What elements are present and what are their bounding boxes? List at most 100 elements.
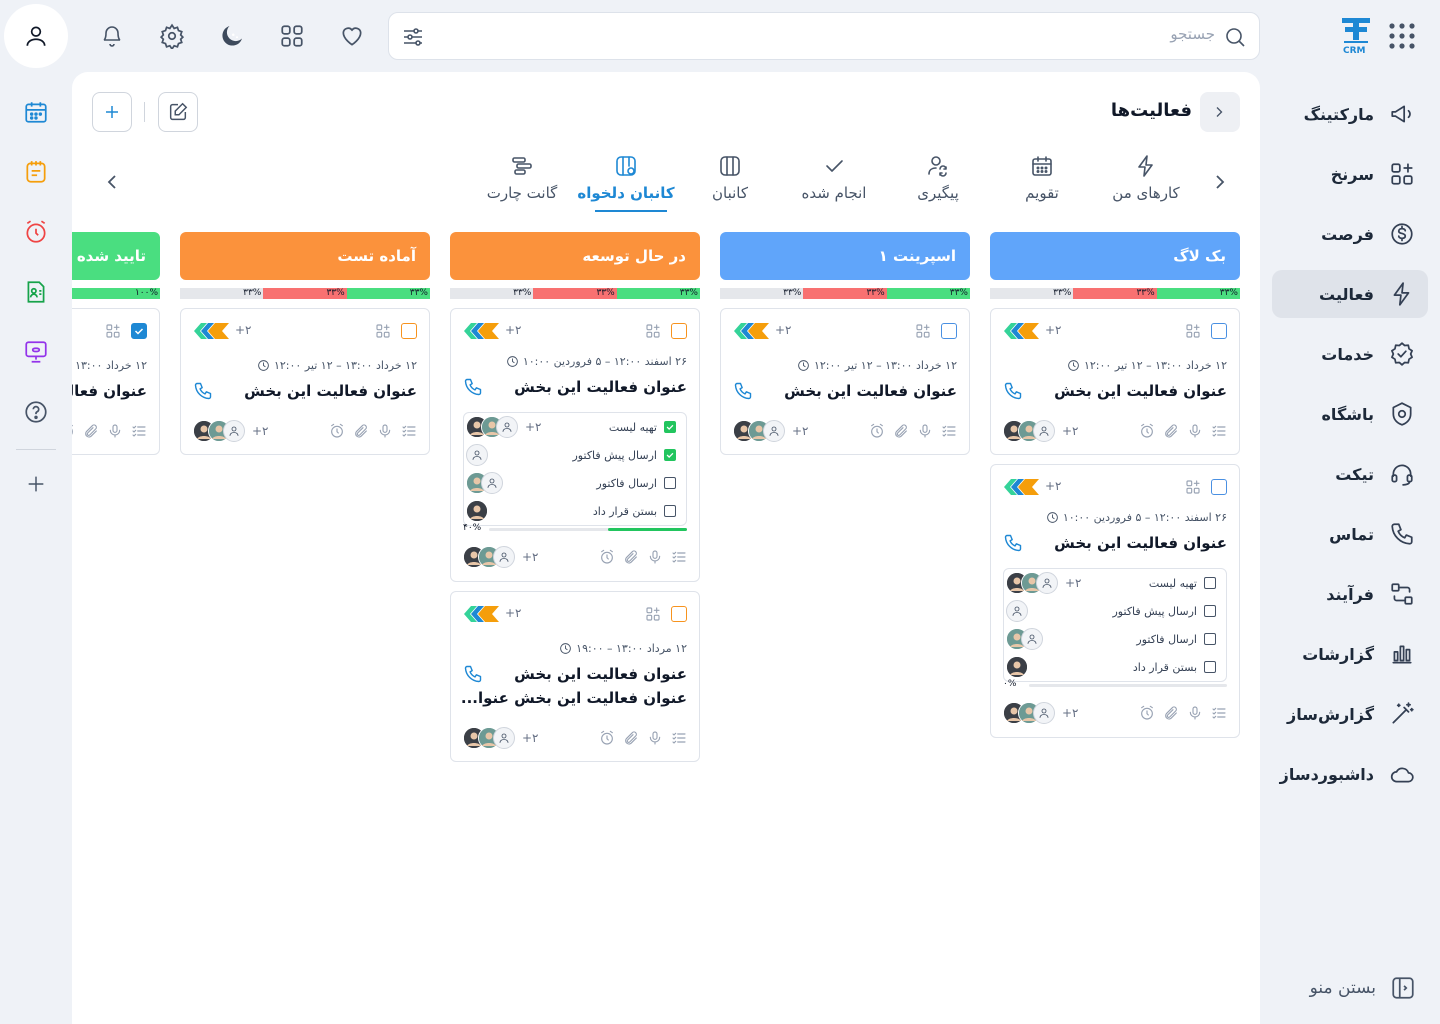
- edit-button[interactable]: [158, 92, 198, 132]
- card-title[interactable]: عنوان فعالیت این بخش: [72, 379, 147, 403]
- checklist-checkbox[interactable]: [1204, 605, 1216, 617]
- checklist-item[interactable]: ارسال فاکتور: [464, 469, 686, 497]
- filter-icon[interactable]: [401, 25, 425, 49]
- apps-icon[interactable]: [272, 16, 312, 56]
- mic-icon[interactable]: [1187, 423, 1203, 439]
- checklist-item[interactable]: بستن قرار داد: [1004, 653, 1226, 681]
- checklist-assignees[interactable]: [466, 472, 503, 494]
- activity-card[interactable]: +۲ ۲۶ اسفند ۱۲:۰۰ – ۵ فروردین ۱۰:۰۰ عنوان …: [450, 308, 700, 582]
- timer-app-icon[interactable]: [16, 212, 56, 252]
- search-input[interactable]: جستجو: [1170, 25, 1215, 43]
- alarm-icon[interactable]: [599, 549, 615, 565]
- settings-icon[interactable]: [152, 16, 192, 56]
- checklist-checkbox[interactable]: [1204, 661, 1216, 673]
- checklist-assignees[interactable]: +۲: [466, 416, 542, 438]
- activity-card[interactable]: +۲۱۲ خرداد ۱۳:۰۰ – ۱۲ تیر ۱۲:۰۰عنوان فعا…: [990, 308, 1240, 455]
- card-checkbox[interactable]: [1211, 323, 1227, 339]
- checklist-checkbox[interactable]: [664, 505, 676, 517]
- subtask-grid-icon[interactable]: [375, 323, 391, 339]
- help-icon[interactable]: [16, 392, 56, 432]
- phone-icon[interactable]: [733, 381, 753, 401]
- attachment-icon[interactable]: [353, 423, 369, 439]
- tab-4[interactable]: کانبان: [675, 154, 785, 210]
- phone-icon[interactable]: [463, 664, 483, 684]
- checklist-icon[interactable]: [1211, 423, 1227, 439]
- tab-0[interactable]: کارهای من: [1091, 154, 1201, 210]
- card-title[interactable]: عنوان فعالیت این بخش: [514, 375, 687, 399]
- tabs-scroll-right-icon[interactable]: [1208, 170, 1232, 194]
- sidebar-item-2[interactable]: فرصت: [1272, 210, 1428, 258]
- sidebar-item-8[interactable]: فرآیند: [1272, 570, 1428, 618]
- app-launcher-icon[interactable]: [1388, 22, 1416, 50]
- card-title[interactable]: عنوان فعالیت این بخش: [1054, 379, 1227, 403]
- sidebar-item-6[interactable]: تیکت: [1272, 450, 1428, 498]
- sidebar-item-0[interactable]: مارکتینگ: [1272, 90, 1428, 138]
- card-checkbox[interactable]: [671, 323, 687, 339]
- phone-icon[interactable]: [1003, 381, 1023, 401]
- alarm-icon[interactable]: [329, 423, 345, 439]
- card-title[interactable]: عنوان فعالیت این بخش: [1054, 531, 1227, 555]
- heart-icon[interactable]: [332, 16, 372, 56]
- subtask-grid-icon[interactable]: [915, 323, 931, 339]
- checklist-assignees[interactable]: [1006, 656, 1028, 678]
- collapse-menu-button[interactable]: بستن منو: [1272, 964, 1428, 1012]
- checklist-item[interactable]: ارسال فاکتور: [1004, 625, 1226, 653]
- checklist-checkbox[interactable]: [1204, 633, 1216, 645]
- activity-card[interactable]: +۲ ۱۲ مرداد ۱۳:۰۰ – ۱۹:۰۰ عنوان فعالیت این…: [450, 591, 700, 762]
- card-checkbox[interactable]: [131, 323, 147, 339]
- attachment-icon[interactable]: [623, 549, 639, 565]
- assignees[interactable]: +۲: [733, 420, 809, 442]
- checklist-checkbox[interactable]: [664, 421, 676, 433]
- tabs-scroll-left-icon[interactable]: [100, 170, 124, 194]
- add-button[interactable]: [92, 92, 132, 132]
- checklist-assignees[interactable]: [466, 444, 488, 466]
- checklist-checkbox[interactable]: [664, 449, 676, 461]
- activity-card[interactable]: +۲۱۲ خرداد ۱۳:۰۰ – ۱۲ تیر ۱۲:۰۰عنوان فعا…: [72, 308, 160, 455]
- column-header[interactable]: بک لاگ: [990, 232, 1240, 280]
- back-button[interactable]: [1200, 92, 1240, 132]
- card-checkbox[interactable]: [941, 323, 957, 339]
- presentation-app-icon[interactable]: [16, 332, 56, 372]
- attachment-icon[interactable]: [623, 730, 639, 746]
- sidebar-item-9[interactable]: گزارشات: [1272, 630, 1428, 678]
- attachment-icon[interactable]: [83, 423, 99, 439]
- column-header[interactable]: آماده تست: [180, 232, 430, 280]
- tab-1[interactable]: تقویم: [987, 154, 1097, 210]
- checklist-icon[interactable]: [1211, 705, 1227, 721]
- checklist-assignees[interactable]: [1006, 628, 1043, 650]
- mic-icon[interactable]: [377, 423, 393, 439]
- phone-icon[interactable]: [463, 377, 483, 397]
- checklist-item[interactable]: +۲ تهیه لیست: [1004, 569, 1226, 597]
- assignees[interactable]: +۲: [463, 546, 539, 568]
- tab-6[interactable]: گانت چارت: [467, 154, 577, 210]
- checklist-assignees[interactable]: +۲: [1006, 572, 1082, 594]
- sidebar-item-4[interactable]: خدمات: [1272, 330, 1428, 378]
- assignees[interactable]: +۲: [1003, 702, 1079, 724]
- tab-3[interactable]: انجام شده: [779, 154, 889, 210]
- activity-card[interactable]: +۲ ۲۶ اسفند ۱۲:۰۰ – ۵ فروردین ۱۰:۰۰ عنوان …: [990, 464, 1240, 738]
- checklist-assignees[interactable]: [466, 500, 488, 522]
- tab-2[interactable]: پیگیری: [883, 154, 993, 210]
- card-checkbox[interactable]: [1211, 479, 1227, 495]
- bell-icon[interactable]: [92, 16, 132, 56]
- checklist-icon[interactable]: [671, 730, 687, 746]
- add-app-icon[interactable]: [16, 464, 56, 504]
- checklist-assignees[interactable]: [1006, 600, 1028, 622]
- alarm-icon[interactable]: [599, 730, 615, 746]
- mic-icon[interactable]: [107, 423, 123, 439]
- activity-card[interactable]: +۲۱۲ خرداد ۱۳:۰۰ – ۱۲ تیر ۱۲:۰۰عنوان فعا…: [720, 308, 970, 455]
- checklist-checkbox[interactable]: [1204, 577, 1216, 589]
- subtask-grid-icon[interactable]: [645, 606, 661, 622]
- alarm-icon[interactable]: [1139, 705, 1155, 721]
- checklist-item[interactable]: +۲ تهیه لیست: [464, 413, 686, 441]
- checklist-item[interactable]: ارسال پیش فاکتور: [1004, 597, 1226, 625]
- sidebar-item-11[interactable]: داشبوردساز: [1272, 750, 1428, 798]
- contacts-app-icon[interactable]: [16, 272, 56, 312]
- notes-app-icon[interactable]: [16, 152, 56, 192]
- checklist-item[interactable]: بستن قرار داد: [464, 497, 686, 525]
- checklist-icon[interactable]: [401, 423, 417, 439]
- column-header[interactable]: اسپرینت ۱: [720, 232, 970, 280]
- checklist-icon[interactable]: [131, 423, 147, 439]
- app-logo[interactable]: CRM: [1330, 10, 1382, 62]
- sidebar-item-3[interactable]: فعالیت: [1272, 270, 1428, 318]
